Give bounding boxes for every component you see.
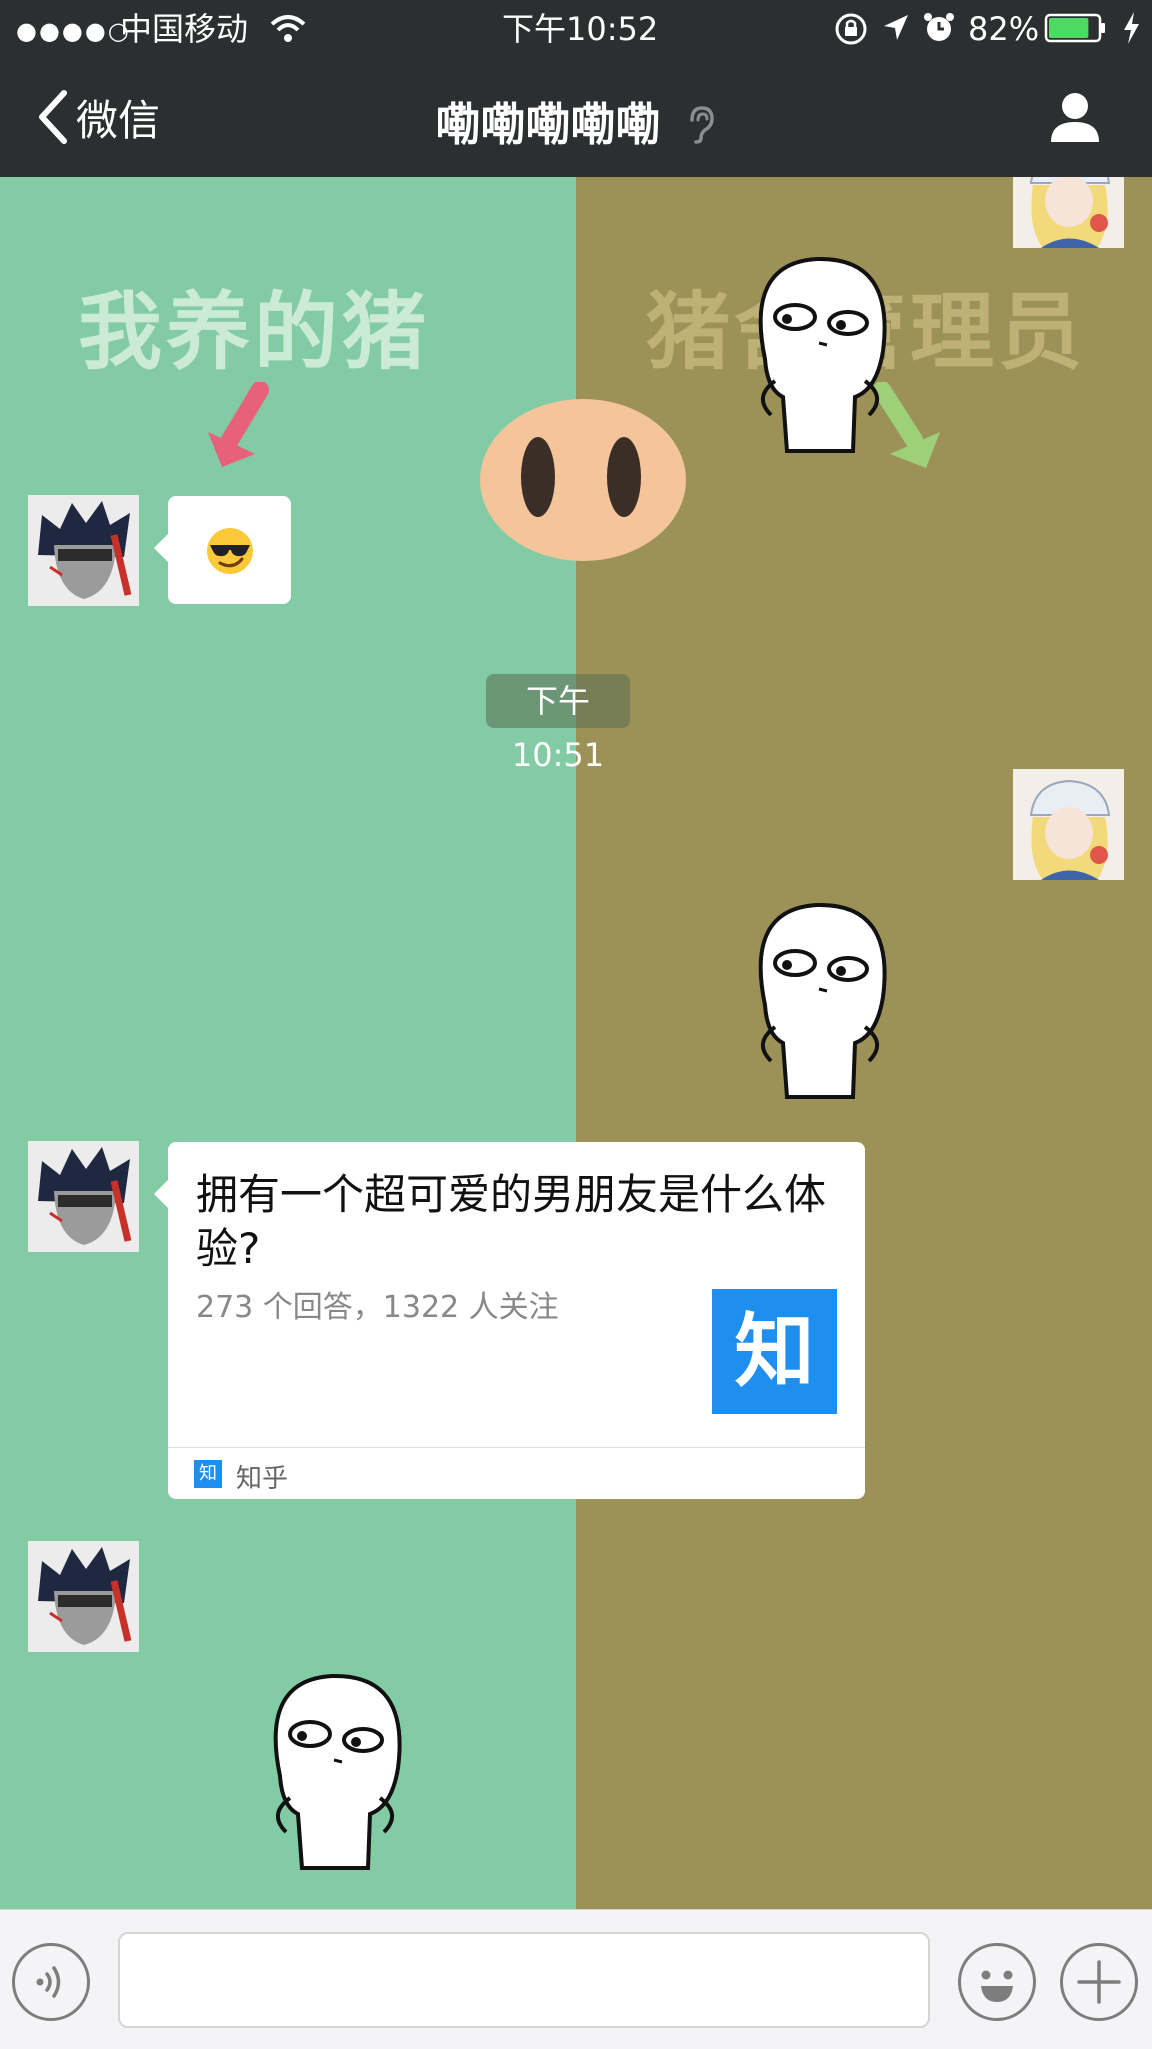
wifi-icon [270,13,306,53]
more-options-button[interactable] [1060,1943,1138,2021]
background-text-left: 我养的猪 [78,283,431,381]
contact-avatar[interactable] [28,1541,139,1652]
chat-info-button[interactable] [1048,90,1102,144]
voice-input-button[interactable] [12,1943,90,2021]
pig-nose-graphic [480,399,686,561]
sticker-face-right-1[interactable] [735,247,905,453]
battery-icon [1044,12,1108,53]
chat-nav-bar: 微信 嘞嘞嘞嘞嘞 [0,58,1152,177]
emoji-picker-button[interactable] [958,1943,1036,2021]
message-timestamp: 下午10:51 [486,674,630,774]
earpiece-mode-icon [686,102,716,155]
contact-avatar[interactable] [28,1141,139,1252]
message-input-bar [0,1909,1152,2049]
my-avatar[interactable] [1013,769,1124,880]
voice-icon [36,1966,61,1998]
charging-icon [1120,10,1142,55]
zhihu-logo-thumbnail: 知 [712,1289,837,1414]
link-card-message[interactable]: 拥有一个超可爱的男朋友是什么体验? 273 个回答，1322 人关注 知 知 知… [154,1142,865,1499]
location-icon [880,12,912,53]
alarm-icon [922,11,956,54]
link-card-source: 知乎 [236,1464,289,1494]
smiley-face-icon [981,1970,1013,2002]
status-bar: ●●●●○ 中国移动 下午10:52 82% [0,0,1152,58]
sticker-face-right-2[interactable] [735,893,905,1099]
link-card-divider [168,1447,865,1448]
signal-strength-icon: ●●●●○ [16,17,131,45]
battery-percent: 82% [968,10,1040,48]
sticker-face-left[interactable] [250,1664,420,1870]
link-card-description: 273 个回答，1322 人关注 [196,1290,559,1325]
orientation-lock-icon [834,12,868,55]
contact-avatar[interactable] [28,495,139,606]
zhihu-source-icon: 知 [194,1460,222,1488]
my-avatar[interactable] [1013,177,1124,248]
message-text-input[interactable] [118,1932,930,2028]
link-card-title: 拥有一个超可爱的男朋友是什么体验? [196,1170,827,1273]
carrier-name: 中国移动 [120,10,249,48]
chat-title: 嘞嘞嘞嘞嘞 [0,88,1152,155]
background-arrow-left [208,382,269,467]
chat-title-text: 嘞嘞嘞嘞嘞 [435,98,661,151]
person-icon [1051,93,1099,142]
clock-time: 下午10:52 [502,10,659,48]
chat-area[interactable]: 我养的猪 猪舍管理员 [0,177,1152,1909]
cool-sunglasses-emoji-icon [207,528,253,574]
plus-icon [1077,1960,1121,2004]
message-bubble-emoji[interactable] [154,496,291,604]
